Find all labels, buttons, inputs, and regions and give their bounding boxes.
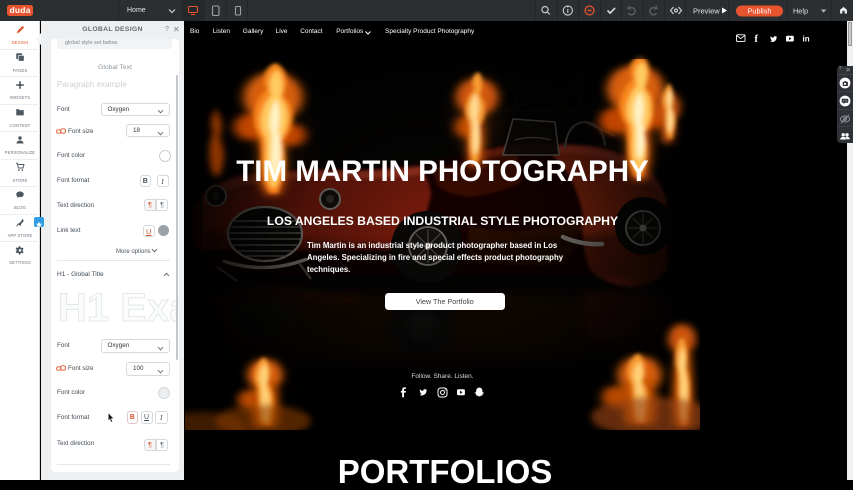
- svg-text:Help: Help: [793, 6, 808, 15]
- svg-text:f: f: [755, 34, 759, 44]
- svg-text:Preview: Preview: [693, 6, 720, 15]
- svg-text:Publish: Publish: [748, 6, 772, 15]
- svg-text:in: in: [803, 35, 810, 44]
